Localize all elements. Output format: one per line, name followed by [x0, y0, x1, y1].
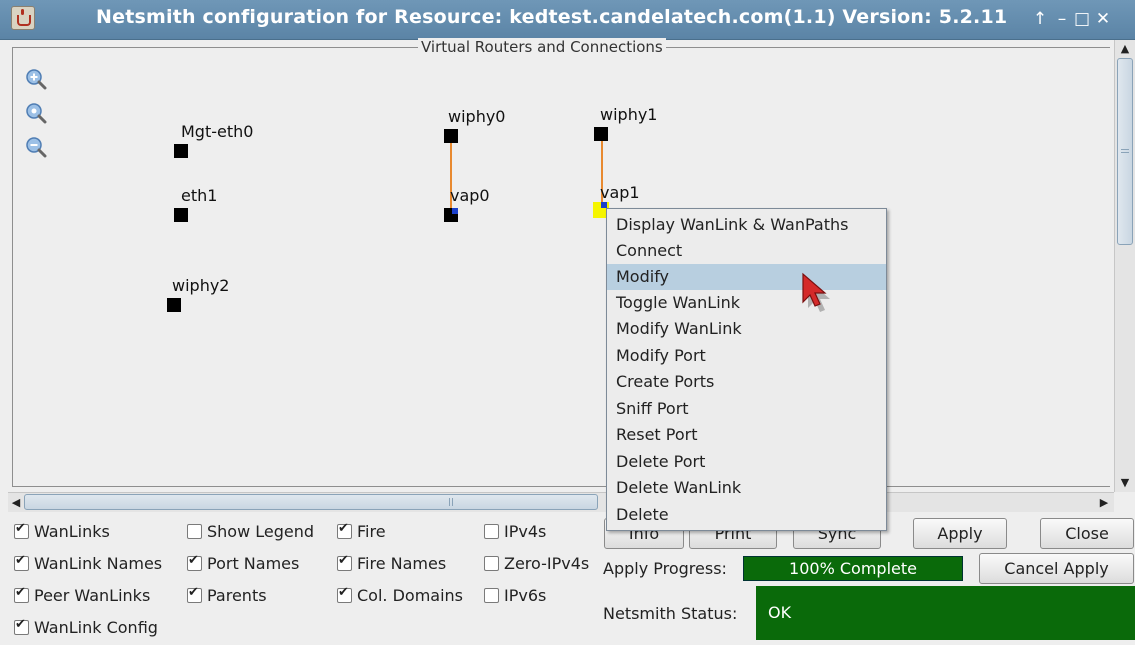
menu-item-display-wanlink[interactable]: Display WanLink & WanPaths: [607, 212, 886, 238]
netsmith-status-value: OK: [756, 586, 1135, 640]
checkbox-show-legend[interactable]: Show Legend: [187, 522, 314, 541]
node-label: wiphy1: [600, 105, 658, 124]
node-wiphy0[interactable]: [444, 129, 458, 143]
checkbox-fire[interactable]: Fire: [337, 521, 386, 541]
node-label: wiphy2: [172, 276, 230, 295]
checkbox-unchecked[interactable]: [484, 588, 499, 603]
checkbox-label: Fire: [357, 522, 386, 541]
scroll-up-icon[interactable]: ▲: [1116, 40, 1134, 56]
mouse-cursor-icon: [802, 272, 830, 312]
apply-button[interactable]: Apply: [913, 518, 1007, 549]
zoom-reset-icon[interactable]: [25, 102, 47, 124]
checkbox-checked[interactable]: [337, 553, 352, 571]
checkbox-ipv4s[interactable]: IPv4s: [484, 522, 546, 541]
checkbox-label: Fire Names: [357, 554, 447, 573]
horizontal-scroll-thumb[interactable]: [24, 494, 598, 510]
cancel-apply-button[interactable]: Cancel Apply: [979, 553, 1134, 584]
group-border: [12, 47, 1110, 487]
checkbox-checked[interactable]: [187, 553, 202, 571]
netsmith-status-label: Netsmith Status:: [603, 604, 738, 623]
checkbox-checked[interactable]: [14, 553, 29, 571]
maximize-icon[interactable]: □: [1073, 8, 1091, 30]
checkbox-unchecked[interactable]: [484, 556, 499, 571]
node-mgt-eth0[interactable]: [174, 144, 188, 158]
checkbox-ipv6s[interactable]: IPv6s: [484, 586, 546, 605]
node-eth1[interactable]: [174, 208, 188, 222]
node-label: vap1: [600, 183, 640, 202]
checkbox-checked[interactable]: [14, 617, 29, 635]
java-app-icon: [11, 6, 35, 30]
checkbox-checked[interactable]: [14, 585, 29, 603]
zoom-out-icon[interactable]: [25, 136, 47, 158]
checkbox-label: Peer WanLinks: [34, 586, 151, 605]
checkbox-label: Port Names: [207, 554, 300, 573]
menu-item-toggle-wanlink[interactable]: Toggle WanLink: [607, 290, 886, 316]
node-wiphy2[interactable]: [167, 298, 181, 312]
checkbox-label: WanLink Config: [34, 618, 158, 637]
menu-item-modify-wanlink[interactable]: Modify WanLink: [607, 316, 886, 342]
menu-item-reset-port[interactable]: Reset Port: [607, 422, 886, 448]
menu-item-delete[interactable]: Delete: [607, 502, 886, 528]
checkbox-zero-ipv4s[interactable]: Zero-IPv4s: [484, 554, 589, 573]
apply-progress-bar: 100% Complete: [743, 556, 963, 581]
node-vap0[interactable]: [444, 208, 458, 222]
checkbox-wanlinks[interactable]: WanLinks: [14, 521, 110, 541]
checkbox-parents[interactable]: Parents: [187, 585, 267, 605]
menu-item-delete-port[interactable]: Delete Port: [607, 449, 886, 475]
checkbox-label: WanLinks: [34, 522, 110, 541]
checkbox-label: Show Legend: [207, 522, 315, 541]
checkbox-label: Zero-IPv4s: [504, 554, 590, 573]
menu-item-modify-port[interactable]: Modify Port: [607, 343, 886, 369]
checkbox-checked[interactable]: [14, 521, 29, 539]
checkbox-label: IPv4s: [504, 522, 547, 541]
node-label: vap0: [450, 186, 490, 205]
scroll-down-icon[interactable]: ▼: [1116, 474, 1134, 490]
checkbox-port-names[interactable]: Port Names: [187, 553, 300, 573]
checkbox-col-domains[interactable]: Col. Domains: [337, 585, 463, 605]
scroll-right-icon[interactable]: ▶: [1096, 494, 1112, 510]
menu-item-create-ports[interactable]: Create Ports: [607, 369, 886, 395]
close-icon[interactable]: ✕: [1094, 8, 1112, 30]
menu-item-sniff-port[interactable]: Sniff Port: [607, 396, 886, 422]
checkbox-peer-wanlinks[interactable]: Peer WanLinks: [14, 585, 151, 605]
minimize-icon[interactable]: –: [1053, 8, 1071, 30]
checkbox-checked[interactable]: [337, 585, 352, 603]
checkbox-wanlink-names[interactable]: WanLink Names: [14, 553, 163, 573]
checkbox-checked[interactable]: [337, 521, 352, 539]
vertical-scroll-thumb[interactable]: [1117, 58, 1133, 245]
checkbox-unchecked[interactable]: [187, 524, 202, 539]
checkbox-fire-names[interactable]: Fire Names: [337, 553, 447, 573]
title-bar[interactable]: Netsmith configuration for Resource: ked…: [0, 0, 1135, 40]
menu-item-delete-wanlink[interactable]: Delete WanLink: [607, 475, 886, 501]
always-on-top-icon[interactable]: ↑: [1031, 8, 1049, 30]
checkbox-label: Parents: [207, 586, 267, 605]
zoom-in-icon[interactable]: [25, 68, 47, 90]
node-label: eth1: [181, 186, 218, 205]
checkbox-unchecked[interactable]: [484, 524, 499, 539]
close-button[interactable]: Close: [1040, 518, 1134, 549]
node-label: wiphy0: [448, 107, 506, 126]
menu-item-connect[interactable]: Connect: [607, 238, 886, 264]
checkbox-label: IPv6s: [504, 586, 547, 605]
checkbox-wanlink-config[interactable]: WanLink Config: [14, 617, 158, 637]
scroll-left-icon[interactable]: ◀: [8, 494, 24, 510]
apply-progress-label: Apply Progress:: [603, 559, 727, 578]
checkbox-checked[interactable]: [187, 585, 202, 603]
node-wiphy1[interactable]: [594, 127, 608, 141]
node-label: Mgt-eth0: [181, 122, 254, 141]
checkbox-label: Col. Domains: [357, 586, 463, 605]
checkbox-label: WanLink Names: [34, 554, 163, 573]
window-title: Netsmith configuration for Resource: ked…: [96, 6, 1008, 28]
group-title: Virtual Routers and Connections: [418, 38, 666, 56]
menu-item-modify[interactable]: Modify: [607, 264, 886, 290]
